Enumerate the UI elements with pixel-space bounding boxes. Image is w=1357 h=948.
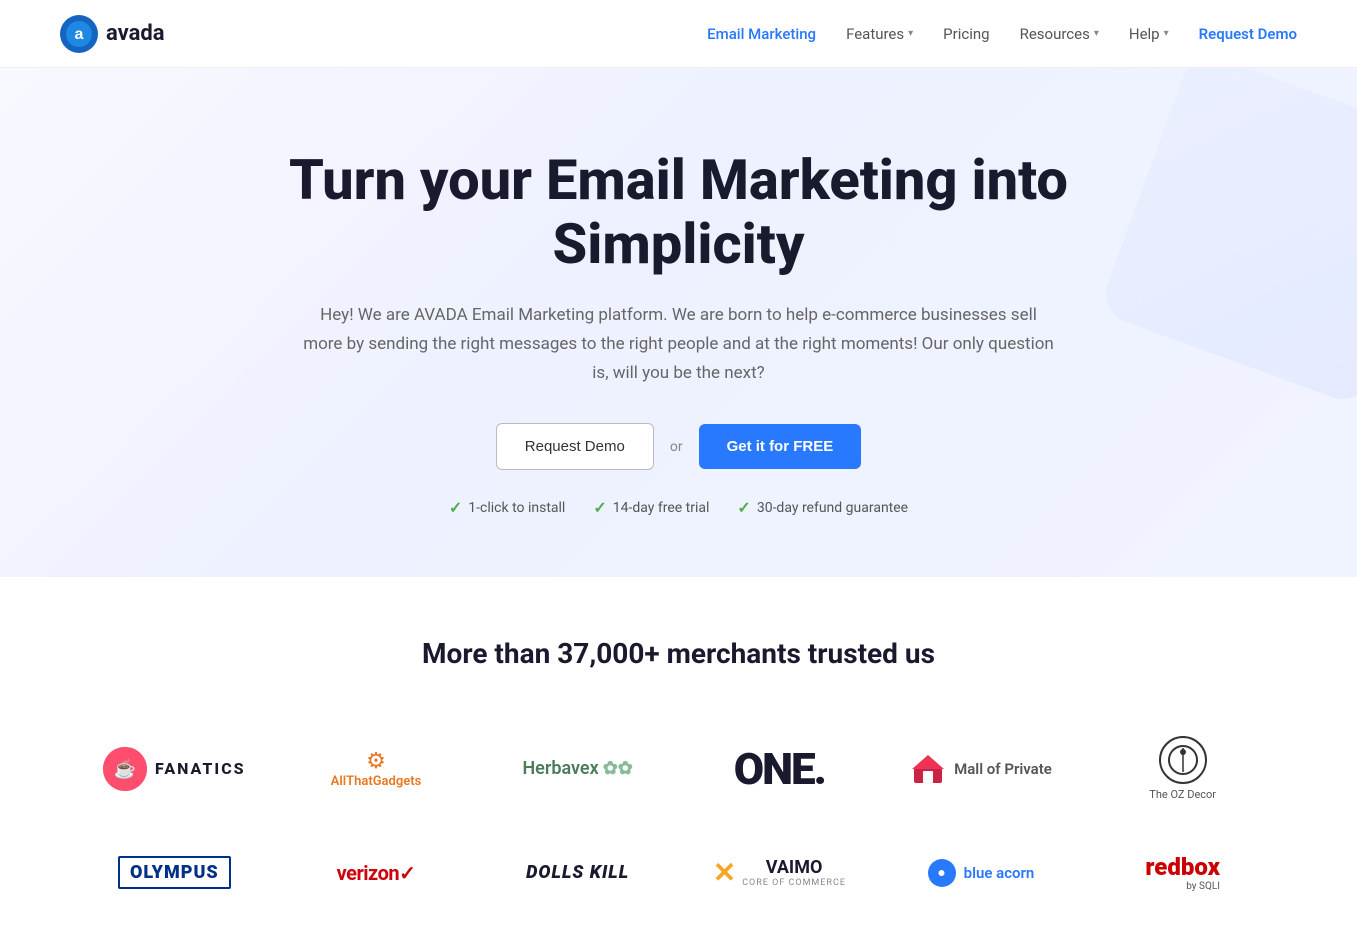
hero-section: Turn your Email Marketing into Simplicit… [0, 68, 1357, 577]
list-item: DOLLS KILL [482, 846, 674, 899]
nav-resources[interactable]: Resources ▾ [1020, 25, 1099, 43]
gadgets-icon: ⚙ [366, 749, 386, 774]
list-item: verizon✓ [280, 845, 472, 901]
list-item: ● blue acorn [885, 843, 1077, 903]
mallofprivate-logo: Mall of Private [910, 751, 1052, 787]
merchant-logos-row1: ☕ FANATICS ⚙ AllThatGadgets Herbavex ✿✿ … [79, 720, 1279, 817]
blueacorn-text: blue acorn [964, 864, 1035, 882]
chevron-down-icon: ▾ [1164, 28, 1169, 39]
badge-refund-text: 30-day refund guarantee [757, 500, 908, 516]
nav-request-demo[interactable]: Request Demo [1199, 25, 1297, 43]
list-item: Herbavex ✿✿ [482, 742, 674, 795]
fanatics-icon: ☕ [103, 747, 147, 791]
chevron-down-icon: ▾ [1094, 28, 1099, 39]
list-item: Mall of Private [885, 735, 1077, 803]
vaimo-name: VAIMO [742, 857, 846, 878]
vaimo-x-icon: ✕ [713, 856, 736, 889]
dollskill-logo: DOLLS KILL [526, 862, 629, 883]
olympus-logo: OLYMPUS [118, 856, 231, 889]
allthatgadgets-logo: ⚙ AllThatGadgets [331, 749, 422, 789]
merchant-logos-row2: OLYMPUS verizon✓ DOLLS KILL ✕ VAIMO CORE… [79, 837, 1279, 908]
fanatics-logo: ☕ FANATICS [103, 747, 246, 791]
vaimo-logo: ✕ VAIMO CORE OF COMMERCE [713, 856, 846, 889]
hero-subtext: Hey! We are AVADA Email Marketing platfo… [299, 301, 1059, 388]
list-item: ☕ FANATICS [79, 731, 271, 807]
svg-text:a: a [75, 26, 84, 43]
acorn-icon: ● [928, 859, 956, 887]
avada-logo-icon: a [60, 15, 98, 53]
verizon-logo: verizon✓ [337, 861, 416, 885]
redbox-name: redbox [1145, 853, 1220, 881]
request-demo-button[interactable]: Request Demo [496, 423, 654, 470]
allthatgadgets-text: AllThatGadgets [331, 774, 422, 789]
nav-help[interactable]: Help ▾ [1129, 25, 1169, 43]
oz-circle-icon [1159, 736, 1207, 784]
badge-refund: ✓ 30-day refund guarantee [737, 498, 908, 517]
herbavex-text: Herbavex [522, 758, 598, 779]
merchants-section: More than 37,000+ merchants trusted us ☕… [0, 577, 1357, 948]
logo-text: avada [106, 21, 165, 46]
mall-icon [910, 751, 946, 787]
ozdecor-logo: The OZ Decor [1149, 736, 1216, 801]
get-free-button[interactable]: Get it for FREE [699, 424, 862, 469]
list-item: redbox by SQLI [1087, 837, 1279, 908]
or-separator: or [670, 439, 683, 455]
list-item: ✕ VAIMO CORE OF COMMERCE [684, 840, 876, 905]
main-nav: Email Marketing Features ▾ Pricing Resou… [707, 25, 1297, 43]
redbox-logo: redbox by SQLI [1145, 853, 1220, 892]
chevron-down-icon: ▾ [908, 28, 913, 39]
list-item: OLYMPUS [79, 840, 271, 905]
hero-buttons: Request Demo or Get it for FREE [60, 423, 1297, 470]
vaimo-sub: CORE OF COMMERCE [742, 878, 846, 888]
nav-pricing[interactable]: Pricing [943, 25, 989, 43]
hero-heading: Turn your Email Marketing into Simplicit… [229, 148, 1129, 277]
logo-area[interactable]: a avada [60, 15, 165, 53]
list-item: ⚙ AllThatGadgets [280, 733, 472, 805]
blueacorn-logo: ● blue acorn [928, 859, 1035, 887]
badge-trial-text: 14-day free trial [613, 500, 710, 516]
svg-text:☕: ☕ [114, 758, 136, 780]
header: a avada Email Marketing Features ▾ Prici… [0, 0, 1357, 68]
list-item: ONE. [684, 727, 876, 811]
herbavex-decoration: ✿✿ [603, 758, 633, 779]
hero-badges: ✓ 1-click to install ✓ 14-day free trial… [60, 498, 1297, 517]
herbavex-logo: Herbavex ✿✿ [522, 758, 632, 779]
nav-features[interactable]: Features ▾ [846, 25, 913, 43]
list-item: The OZ Decor [1087, 720, 1279, 817]
merchants-heading: More than 37,000+ merchants trusted us [60, 637, 1297, 670]
vaimo-text-block: VAIMO CORE OF COMMERCE [742, 857, 846, 888]
badge-install-text: 1-click to install [468, 500, 565, 516]
fanatics-text: FANATICS [155, 759, 246, 778]
mallofprivate-text: Mall of Private [954, 760, 1052, 778]
ozdecor-text: The OZ Decor [1149, 788, 1216, 801]
check-icon: ✓ [449, 498, 462, 517]
check-icon: ✓ [593, 498, 606, 517]
badge-install: ✓ 1-click to install [449, 498, 565, 517]
one-logo: ONE. [734, 743, 825, 795]
nav-email-marketing[interactable]: Email Marketing [707, 25, 816, 43]
check-icon: ✓ [737, 498, 750, 517]
badge-trial: ✓ 14-day free trial [593, 498, 709, 517]
redbox-sub: by SQLI [1186, 881, 1220, 892]
